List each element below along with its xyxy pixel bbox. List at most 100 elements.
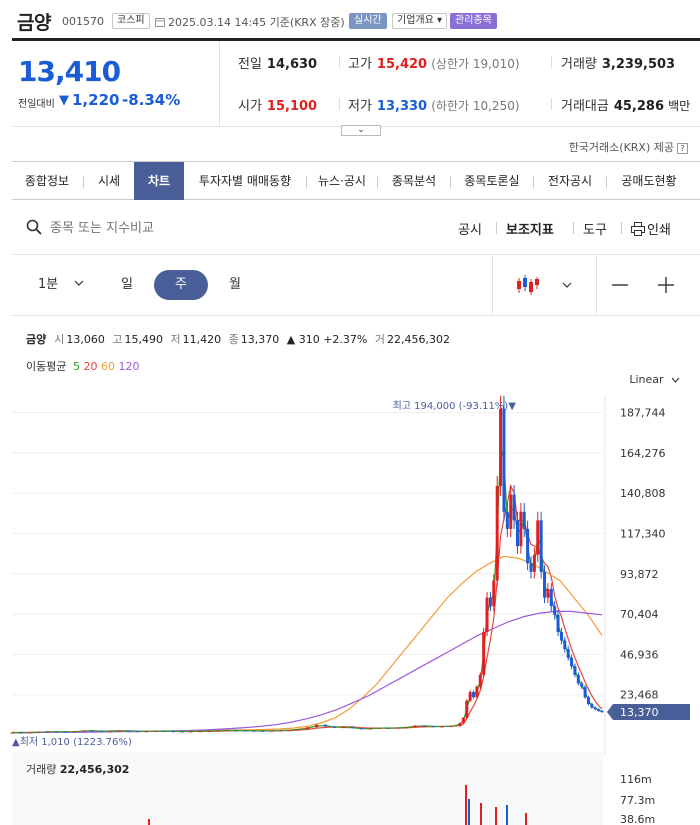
candle-body: [91, 730, 95, 732]
tab-investors[interactable]: 투자자별 매매동향: [184, 162, 306, 200]
expand-button[interactable]: ⌄: [341, 125, 381, 136]
tab-forum[interactable]: 종목토론실: [451, 162, 533, 200]
help-icon[interactable]: ?: [677, 143, 688, 154]
y-tick-label: 46,936: [620, 648, 659, 661]
candle-body: [55, 731, 59, 733]
tab-disclosure[interactable]: 전자공시: [534, 162, 606, 200]
candle-body: [252, 730, 256, 732]
current-price: 13,410: [18, 55, 121, 88]
period-selector: 1분 일 주 월: [12, 256, 700, 316]
tool-divider: [496, 222, 497, 234]
candle-body: [243, 730, 247, 732]
divider: [339, 56, 340, 68]
candle-body: [495, 486, 499, 581]
disclosure-button[interactable]: 공시: [458, 219, 482, 238]
chevron-down-icon: [74, 280, 84, 286]
minute-select[interactable]: 1분: [38, 270, 84, 300]
indicator-button[interactable]: 보조지표: [506, 219, 554, 238]
period-day[interactable]: 일: [120, 270, 134, 300]
ma5-line: [11, 447, 603, 734]
stock-header: 금양 001570 코스피 2025.03.14 14:45 기준(KRX 장중…: [0, 0, 700, 38]
print-button[interactable]: 인쇄: [631, 219, 671, 238]
compare-search-input[interactable]: [50, 217, 250, 239]
open-value: 15,100: [266, 99, 318, 114]
candle-body: [465, 700, 469, 718]
tools-button[interactable]: 도구: [583, 219, 607, 238]
prev-close-value: 14,630: [266, 57, 318, 72]
zoom-out-button[interactable]: [610, 270, 630, 300]
open-key: 시: [54, 333, 65, 346]
candle-body: [431, 726, 435, 728]
ma20-legend: 20: [83, 360, 98, 373]
print-label: 인쇄: [647, 223, 671, 238]
candle-body: [576, 674, 580, 684]
company-overview-dropdown[interactable]: 기업개요 ▾: [392, 13, 447, 29]
candle-body: [109, 731, 113, 733]
warning-badge: 관리종목: [450, 13, 497, 29]
min-annotation: ▲최저 1,010 (1223.76%): [12, 736, 132, 748]
candle-body: [10, 732, 14, 734]
lower-limit: (하한가 10,250): [431, 99, 520, 113]
chart-toolbar: 공시 보조지표 도구 인쇄: [12, 201, 700, 255]
prev-close-label: 전일: [238, 57, 262, 72]
summary-low: 11,420: [182, 333, 222, 346]
candle-body: [573, 666, 577, 675]
summary-open: 13,060: [66, 333, 105, 346]
candle-body: [350, 727, 354, 729]
tab-bar: 종합정보 시세 차트 투자자별 매매동향 뉴스·공시 종목분석 종목토론실 전자…: [12, 161, 700, 200]
candle-body: [386, 727, 390, 729]
low-label: 저가: [348, 99, 372, 114]
candle-body: [126, 730, 130, 732]
chart-type-select[interactable]: [509, 270, 579, 300]
tab-news[interactable]: 뉴스·공시: [307, 162, 377, 200]
candle-body: [64, 731, 68, 733]
search-icon[interactable]: [26, 219, 42, 235]
period-month[interactable]: 월: [228, 270, 242, 300]
tab-analysis[interactable]: 종목분석: [378, 162, 450, 200]
low-value: 13,330: [376, 99, 428, 114]
candle-body: [82, 730, 86, 732]
candle-body: [207, 731, 211, 733]
tab-short-selling[interactable]: 공매도현황: [607, 162, 691, 200]
candle-body: [583, 686, 587, 698]
volume-value: 3,239,503: [601, 57, 676, 72]
scale-mode-label: Linear: [629, 373, 664, 386]
candle-body: [526, 528, 530, 564]
stock-name: 금양: [17, 12, 51, 34]
price-chart[interactable]: 187,744 164,276 140,808 117,340 93,872 70,404…: [0, 395, 700, 825]
volume-label: 거래량 22,456,302: [26, 763, 129, 776]
tab-chart[interactable]: 차트: [134, 162, 184, 200]
tab-quotes[interactable]: 시세: [84, 162, 134, 200]
candle-body: [597, 709, 601, 711]
period-week[interactable]: 주: [154, 270, 208, 300]
candle-body: [543, 571, 547, 598]
candle-body: [449, 726, 453, 728]
candle-body: [546, 589, 550, 598]
candle-body: [315, 724, 319, 728]
tool-divider: [621, 222, 622, 234]
scale-mode-select[interactable]: Linear: [629, 373, 680, 386]
ma20-line: [11, 484, 603, 734]
candle-body: [135, 731, 139, 733]
candle-body: [488, 597, 492, 607]
quote-grid: 전일 14,630 고가 15,420 (상한가 19,010) 거래량 3,239,…: [221, 41, 700, 126]
tab-overview[interactable]: 종합정보: [12, 162, 82, 200]
candlestick-icon: [516, 274, 539, 295]
candle-body: [73, 731, 77, 733]
candle-body: [509, 494, 513, 529]
y-tick-label: 70,404: [620, 608, 659, 621]
candle-body: [536, 520, 540, 555]
y-tick-label: 117,340: [620, 528, 666, 541]
volume-panel: 거래량 22,456,302 116m 77.3m 38.6m: [12, 752, 655, 825]
high-label: 고가: [348, 57, 372, 72]
volume-tick-label: 38.6m: [620, 813, 655, 825]
candle-body: [461, 717, 465, 723]
max-annotation: 최고 194,000 (-93.11%)▼: [393, 400, 517, 412]
zoom-in-button[interactable]: [656, 270, 676, 300]
quote-datetime: 2025.03.14 14:45 기준(KRX 장중): [155, 14, 345, 30]
candle-body: [279, 730, 283, 732]
candle-body: [440, 726, 444, 728]
candle-body: [216, 730, 220, 732]
candlestick-series: [10, 395, 604, 734]
candle-body: [422, 725, 426, 727]
